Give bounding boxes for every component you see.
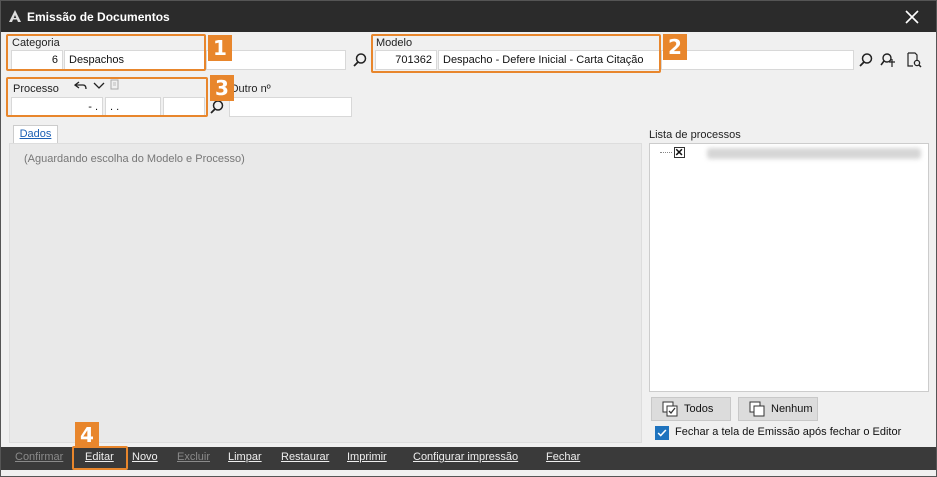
- modelo-search-icon[interactable]: [858, 52, 874, 68]
- highlight-box-1: [6, 34, 206, 71]
- categoria-search-icon[interactable]: [352, 52, 368, 68]
- imprimir-button[interactable]: Imprimir: [347, 451, 387, 463]
- nenhum-button[interactable]: Nenhum: [738, 397, 818, 421]
- outro-numero-label: Outro nº: [230, 83, 271, 95]
- restaurar-button[interactable]: Restaurar: [281, 451, 329, 463]
- fechar-button[interactable]: Fechar: [546, 451, 580, 463]
- modelo-preview-icon[interactable]: [880, 52, 896, 68]
- limpar-button[interactable]: Limpar: [228, 451, 262, 463]
- lista-processos-label: Lista de processos: [649, 129, 741, 141]
- select-all-icon: [662, 401, 678, 417]
- todos-label: Todos: [684, 403, 714, 415]
- process-checkbox[interactable]: [674, 147, 685, 158]
- title-bar: Emissão de Documentos: [1, 1, 936, 32]
- dados-hint-text: (Aguardando escolha do Modelo e Processo…: [24, 153, 245, 165]
- novo-button[interactable]: Novo: [132, 451, 158, 463]
- configurar-impressao-button[interactable]: Configurar impressão: [413, 451, 518, 463]
- nenhum-label: Nenhum: [771, 403, 813, 415]
- app-icon: [9, 10, 21, 22]
- fechar-tela-checkbox[interactable]: [655, 426, 669, 440]
- fechar-tela-label: Fechar a tela de Emissão após fechar o E…: [675, 426, 902, 438]
- annotation-badge-2: 2: [663, 34, 687, 60]
- annotation-badge-4: 4: [75, 422, 99, 448]
- tree-connector: [660, 152, 672, 153]
- excluir-button[interactable]: Excluir: [177, 451, 210, 463]
- processo-search-icon[interactable]: [209, 99, 225, 115]
- highlight-box-4: [72, 446, 128, 470]
- blurred-process-entry: [707, 148, 921, 159]
- lista-processos-tree[interactable]: [649, 143, 929, 392]
- modelo-document-search-icon[interactable]: [906, 52, 922, 68]
- annotation-badge-3: 3: [210, 75, 234, 101]
- close-icon[interactable]: [901, 7, 923, 27]
- outro-numero-field[interactable]: [229, 97, 352, 117]
- select-none-icon: [749, 401, 765, 417]
- bottom-toolbar: Confirmar Editar Novo Excluir Limpar Res…: [1, 447, 936, 470]
- highlight-box-3: [6, 77, 208, 117]
- tab-dados[interactable]: Dados: [13, 125, 58, 144]
- emissao-window: Emissão de Documentos Categoria 6 Despac…: [0, 0, 937, 477]
- todos-button[interactable]: Todos: [651, 397, 731, 421]
- window-title: Emissão de Documentos: [27, 10, 170, 24]
- dados-panel: (Aguardando escolha do Modelo e Processo…: [9, 143, 642, 443]
- modelo-extra-field[interactable]: [661, 50, 854, 70]
- confirmar-button[interactable]: Confirmar: [15, 451, 63, 463]
- highlight-box-2: [371, 34, 661, 73]
- annotation-badge-1: 1: [208, 35, 232, 61]
